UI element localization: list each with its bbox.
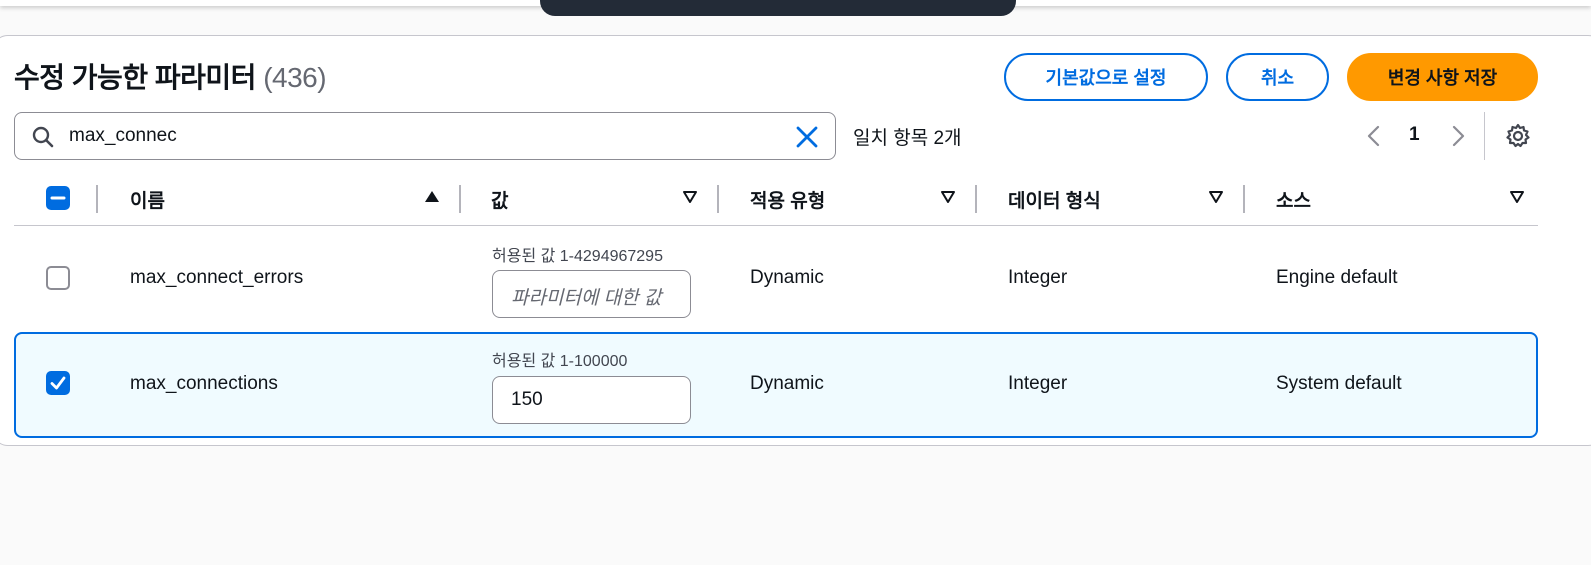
column-header-source[interactable]: 소스	[1276, 186, 1311, 213]
apply-type: Dynamic	[750, 373, 824, 394]
source: System default	[1276, 373, 1402, 394]
minus-icon	[50, 196, 66, 200]
column-header-data-type[interactable]: 데이터 형식	[1008, 186, 1101, 213]
data-type: Integer	[1008, 373, 1068, 394]
value-text: 150	[511, 389, 543, 410]
search-value: max_connec	[69, 125, 177, 146]
parameter-value-input[interactable]: 150	[492, 376, 691, 424]
select-all-checkbox[interactable]	[46, 186, 70, 210]
page-title: 수정 가능한 파라미터 (436)	[14, 56, 327, 96]
column-separator	[717, 185, 719, 213]
pagination-divider	[1484, 112, 1485, 160]
gear-icon[interactable]	[1505, 123, 1531, 149]
close-icon[interactable]	[795, 125, 819, 149]
chevron-right-icon[interactable]	[1448, 124, 1468, 148]
cancel-button[interactable]: 취소	[1226, 53, 1329, 101]
column-separator	[975, 185, 977, 213]
row-checkbox[interactable]	[46, 266, 70, 290]
sort-icon[interactable]	[940, 189, 956, 205]
column-separator	[459, 185, 461, 213]
allowed-values-hint: 허용된 값 1-4294967295	[492, 248, 663, 265]
search-icon	[32, 126, 54, 148]
parameter-name: max_connect_errors	[130, 267, 304, 288]
match-count-text: 일치 항목 2개	[853, 128, 962, 149]
sort-icon[interactable]	[1509, 189, 1525, 205]
checkmark-icon	[50, 376, 66, 390]
floating-toolbar	[540, 0, 1016, 16]
value-placeholder: 파라미터에 대한 값	[511, 288, 662, 309]
column-separator	[1243, 185, 1245, 213]
search-input[interactable]: max_connec	[14, 112, 836, 160]
reset-defaults-button[interactable]: 기본값으로 설정	[1004, 53, 1208, 101]
current-page-number[interactable]: 1	[1409, 124, 1420, 146]
sort-icon[interactable]	[682, 189, 698, 205]
column-header-name[interactable]: 이름	[130, 186, 165, 213]
column-separator	[96, 185, 98, 213]
parameter-name: max_connections	[130, 373, 278, 394]
title-count: (436)	[263, 62, 327, 93]
parameter-value-input[interactable]: 파라미터에 대한 값	[492, 270, 691, 318]
row-checkbox[interactable]	[46, 371, 70, 395]
allowed-values-hint: 허용된 값 1-100000	[492, 353, 628, 370]
column-header-apply-type[interactable]: 적용 유형	[750, 186, 825, 213]
source: Engine default	[1276, 267, 1398, 288]
chevron-left-icon[interactable]	[1364, 124, 1384, 148]
table-header: 이름 값 적용 유형 데이터 형식 소스	[14, 172, 1538, 226]
apply-type: Dynamic	[750, 267, 824, 288]
column-header-value[interactable]: 값	[491, 186, 508, 213]
title-text: 수정 가능한 파라미터	[14, 62, 256, 93]
save-changes-button[interactable]: 변경 사항 저장	[1347, 53, 1538, 101]
sort-ascending-icon[interactable]	[424, 189, 440, 205]
data-type: Integer	[1008, 267, 1068, 288]
sort-icon[interactable]	[1208, 189, 1224, 205]
